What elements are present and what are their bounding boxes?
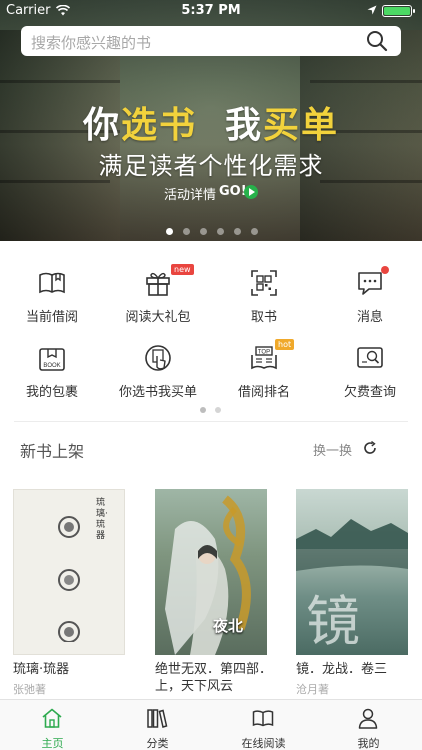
hot-badge: hot: [275, 339, 295, 350]
fee-query-icon: [357, 347, 383, 368]
app-screen: 你选书 我买单 满足读者个性化需求 活动详情 GO! Carrier 5:37 P…: [0, 0, 422, 750]
feature-label: 你选书我买单: [118, 385, 197, 400]
feature-reading-gift[interactable]: new 阅读大礼包: [108, 264, 208, 338]
search-icon[interactable]: [365, 29, 389, 53]
qr-code-icon: [251, 270, 277, 296]
feature-messages[interactable]: 消息: [320, 266, 420, 338]
book-cover[interactable]: 镜: [296, 489, 408, 655]
cover-illustration: [165, 495, 251, 655]
search-bar[interactable]: 搜索你感兴趣的书: [21, 26, 401, 56]
tab-label: 分类: [146, 737, 169, 750]
category-books-icon: [147, 709, 168, 728]
book-cover[interactable]: 夜北: [155, 489, 267, 655]
cover-title: 镜: [306, 590, 360, 653]
tab-label: 我的: [357, 737, 380, 750]
status-bar: Carrier 5:37 PM: [0, 0, 422, 22]
feature-current-borrow[interactable]: 当前借阅: [2, 268, 102, 338]
banner-title: 你选书 我买单: [82, 105, 340, 146]
tab-label: 主页: [41, 737, 64, 750]
feature-my-package[interactable]: BOOK 我的包裹: [2, 343, 102, 413]
online-reading-icon: [252, 710, 274, 727]
book-author: 沧月著: [296, 683, 329, 696]
book-title: 绝世无双．第四部．上，天下风云: [155, 662, 273, 694]
tab-bar: 主页 分类 在线阅读 我的: [0, 699, 422, 750]
book-title: 琉璃·琉器: [13, 662, 70, 677]
refresh-icon[interactable]: [362, 440, 378, 456]
location-arrow-icon: [367, 5, 377, 15]
tab-label: 在线阅读: [241, 737, 286, 750]
tab-profile[interactable]: 我的: [316, 700, 421, 750]
feature-label: 欠费查询: [343, 385, 396, 400]
message-icon: [358, 272, 382, 295]
go-link[interactable]: GO!: [219, 184, 247, 199]
feature-pick-up-book[interactable]: 取书: [214, 268, 314, 338]
unread-dot: [381, 266, 389, 274]
tab-category[interactable]: 分类: [105, 700, 210, 750]
feature-fee-query[interactable]: 欠费查询: [320, 343, 420, 413]
open-book-icon: [39, 272, 65, 294]
banner-subtitle: 满足读者个性化需求: [98, 152, 324, 180]
banner-dot[interactable]: [183, 228, 190, 235]
tab-home[interactable]: 主页: [0, 700, 105, 750]
refresh-button[interactable]: 换一换: [313, 440, 352, 459]
feature-page-dot[interactable]: [200, 407, 206, 413]
new-books-title: 新书上架: [20, 442, 85, 461]
banner-dot[interactable]: [166, 228, 173, 235]
cover-title: 夜北: [213, 617, 244, 635]
profile-icon: [358, 708, 378, 729]
feature-label: 阅读大礼包: [125, 310, 191, 325]
banner-dot[interactable]: [234, 228, 241, 235]
battery-icon: [382, 5, 415, 17]
svg-text:TOP: TOP: [258, 350, 270, 356]
new-badge: new: [171, 264, 194, 275]
feature-label: 当前借阅: [25, 310, 78, 325]
book-cover[interactable]: 琉璃·琉器: [13, 489, 125, 655]
tab-online-reading[interactable]: 在线阅读: [211, 700, 316, 750]
feature-label: 消息: [356, 310, 383, 325]
book-author: 张弛著: [13, 683, 46, 696]
home-icon: [42, 708, 62, 728]
search-input[interactable]: 搜索你感兴趣的书: [31, 32, 151, 53]
feature-label: 借阅排名: [237, 385, 290, 400]
feature-label: 取书: [250, 310, 277, 325]
tap-select-icon: [145, 345, 171, 371]
banner-dot[interactable]: [200, 228, 207, 235]
banner-dot[interactable]: [251, 228, 258, 235]
activity-details-link[interactable]: 活动详情: [164, 184, 216, 203]
feature-you-choose-we-buy[interactable]: 你选书我买单: [108, 343, 208, 413]
cover-ornament: [58, 516, 80, 642]
feature-page-dot[interactable]: [215, 407, 221, 413]
status-time: 5:37 PM: [181, 3, 241, 18]
feature-label: 我的包裹: [25, 385, 78, 400]
package-icon: BOOK: [39, 348, 65, 371]
cover-title: 琉璃·琉器: [96, 498, 108, 541]
banner-dot[interactable]: [217, 228, 224, 235]
section-divider: [14, 421, 408, 422]
go-arrow-icon[interactable]: [244, 185, 258, 199]
svg-text:BOOK: BOOK: [43, 363, 60, 369]
feature-borrow-ranking[interactable]: TOP hot 借阅排名: [214, 339, 314, 413]
book-title: 镜．龙战．卷三: [296, 662, 388, 677]
gift-icon: [146, 272, 170, 296]
